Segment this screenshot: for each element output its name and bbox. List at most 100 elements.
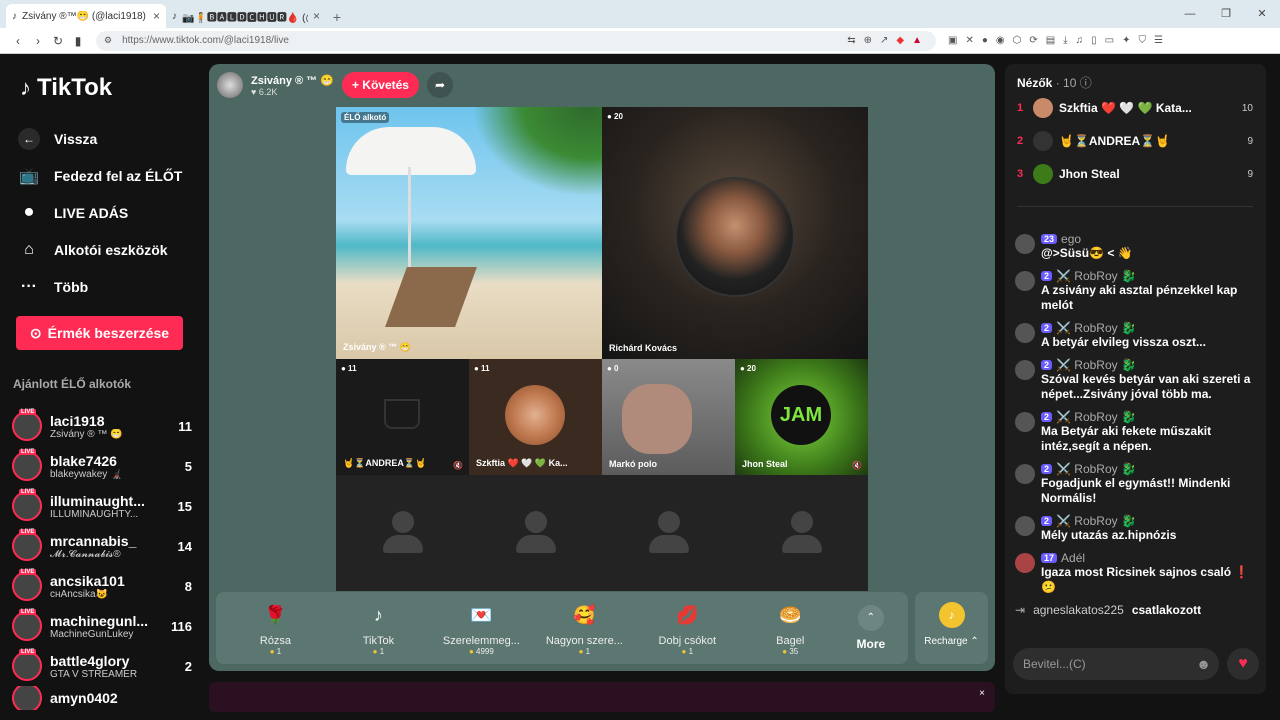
creator-item[interactable]: LIVE ancsika101 снAncsika😺 8 bbox=[12, 566, 192, 606]
download-icon[interactable]: ⤓ bbox=[1063, 35, 1067, 46]
tiktok-logo[interactable]: ♪ TikTok bbox=[20, 74, 112, 102]
restore-icon[interactable]: ❐ bbox=[1208, 0, 1244, 28]
chat-username[interactable]: ⚔️ RobRoy 🐉 bbox=[1056, 321, 1136, 335]
translate-icon[interactable]: ⇆ bbox=[847, 35, 855, 46]
creator-item[interactable]: LIVE machinegunl... MachineGunLukey 116 bbox=[12, 606, 192, 646]
bookmark-icon[interactable]: ▮ bbox=[68, 34, 88, 48]
avatar[interactable] bbox=[1015, 323, 1035, 343]
creator-item[interactable]: LIVE battle4glory GTA V STREAMER 2 bbox=[12, 646, 192, 686]
menu-icon[interactable]: ☰ bbox=[1154, 35, 1163, 46]
chat-message: 2 ⚔️ RobRoy 🐉 Szóval kevés betyár van aki … bbox=[1015, 358, 1257, 402]
top-viewer-row[interactable]: 1 Szkftia ❤️ 🤍 💚 Kata... 10 bbox=[1017, 97, 1253, 119]
tab-close-icon[interactable]: × bbox=[313, 9, 320, 23]
extension-icon[interactable]: ✕ bbox=[965, 35, 973, 46]
avatar[interactable] bbox=[1015, 412, 1035, 432]
minimize-icon[interactable]: — bbox=[1172, 0, 1208, 28]
guest-cell[interactable]: ● 11 Szkftia ❤️ 🤍 💚 Ka... bbox=[469, 359, 602, 475]
reload-icon[interactable]: ↻ bbox=[48, 34, 68, 48]
coin-icon: ● bbox=[782, 646, 788, 656]
ai-icon[interactable]: ✦ bbox=[1122, 35, 1130, 46]
browser-tab[interactable]: ♪ 📷🧍🅱🅰🅻🅳🅲🅷🆄🆁🩸 (@gabor × bbox=[166, 4, 326, 28]
chat-username[interactable]: Adél bbox=[1061, 551, 1085, 565]
gift-item[interactable]: 🥰 Nagyon szere... ● 1 bbox=[533, 601, 636, 656]
close-banner-icon[interactable]: × bbox=[979, 688, 985, 699]
url-field[interactable]: ⚙ https://www.tiktok.com/@laci1918/live … bbox=[96, 30, 936, 51]
gift-item[interactable]: 💌 Szerelemmeg... ● 4999 bbox=[430, 601, 533, 656]
empty-guest-slot[interactable] bbox=[336, 475, 469, 591]
shield-icon[interactable]: ◆ bbox=[896, 35, 904, 46]
avatar[interactable] bbox=[1015, 271, 1035, 291]
chat-username[interactable]: ⚔️ RobRoy 🐉 bbox=[1056, 410, 1136, 424]
sidebar-item-creator-tools[interactable]: ⌂ Alkotói eszközök bbox=[18, 231, 198, 268]
new-tab-button[interactable]: + bbox=[326, 6, 348, 28]
site-settings-icon[interactable]: ⚙ bbox=[104, 35, 112, 46]
sidebar-item-back[interactable]: ← Vissza bbox=[18, 120, 198, 157]
chat-input[interactable]: Bevitel...(C) ☻ bbox=[1013, 648, 1219, 680]
emoji-icon[interactable]: ☻ bbox=[1196, 656, 1211, 672]
avatar[interactable] bbox=[1015, 553, 1035, 573]
extension-icon[interactable]: ⬡ bbox=[1013, 35, 1022, 46]
tab-close-icon[interactable]: × bbox=[153, 9, 160, 23]
guest-cell-host[interactable]: ÉLŐ alkotó Zsivány ® ™ 😁 bbox=[336, 107, 602, 359]
vpn-icon[interactable]: ⛉ bbox=[1138, 35, 1146, 46]
extension-icon[interactable]: ● bbox=[982, 35, 988, 46]
extension-icon[interactable]: ◉ bbox=[996, 35, 1005, 46]
creator-item[interactable]: LIVE illuminaught... ILLUMINAUGHTY... 15 bbox=[12, 486, 192, 526]
sidebar-item-explore-live[interactable]: 📺 Fedezd fel az ÉLŐT bbox=[18, 157, 198, 194]
like-heart-button[interactable]: ♥ bbox=[1227, 648, 1259, 680]
empty-guest-slot[interactable] bbox=[602, 475, 735, 591]
zoom-icon[interactable]: ⊕ bbox=[864, 35, 872, 46]
chat-username[interactable]: ⚔️ RobRoy 🐉 bbox=[1056, 462, 1136, 476]
sidebar-item-more[interactable]: ··· Több bbox=[18, 268, 198, 305]
creator-item[interactable]: LIVE laci1918 Zsivány ® ™ 😁 11 bbox=[12, 406, 192, 446]
chat-username[interactable]: ego bbox=[1061, 232, 1081, 246]
chat-username[interactable]: ⚔️ RobRoy 🐉 bbox=[1056, 514, 1136, 528]
avatar[interactable] bbox=[1015, 234, 1035, 254]
guest-cell[interactable]: JAM ● 20 Jhon Steal 🔇 bbox=[735, 359, 868, 475]
recharge-coin-icon: ♪ bbox=[938, 602, 965, 628]
warning-icon[interactable]: ▲ bbox=[912, 35, 922, 46]
top-viewer-row[interactable]: 2 🤘⏳ANDREA⏳🤘 9 bbox=[1017, 130, 1253, 152]
follow-button[interactable]: + Követés bbox=[341, 72, 419, 98]
extension-icon[interactable]: ⟳ bbox=[1029, 35, 1037, 46]
guest-cell[interactable]: ● 11 🤘⏳ANDREA⏳🤘 🔇 bbox=[336, 359, 469, 475]
avatar[interactable] bbox=[1015, 360, 1035, 380]
gift-item[interactable]: 🥯 Bagel ● 35 bbox=[739, 601, 842, 656]
sidebar-toggle-icon[interactable]: ▯ bbox=[1091, 35, 1097, 46]
top-viewer-row[interactable]: 3 Jhon Steal 9 bbox=[1017, 163, 1253, 185]
more-gifts-button[interactable]: ⌃ More bbox=[842, 605, 900, 651]
extension-icon[interactable]: ▤ bbox=[1046, 35, 1055, 46]
back-icon[interactable]: ‹ bbox=[8, 34, 28, 48]
media-icon[interactable]: ♫ bbox=[1076, 35, 1084, 46]
recharge-button[interactable]: ♪ Recharge ⌃ bbox=[915, 592, 988, 664]
join-username[interactable]: agneslakatos225 bbox=[1033, 603, 1124, 617]
host-avatar[interactable] bbox=[217, 72, 243, 98]
empty-guest-slot[interactable] bbox=[735, 475, 868, 591]
viewers-header[interactable]: Nézők · 10 ⓘ bbox=[1017, 74, 1092, 91]
creator-item[interactable]: LIVE blake7426 blakeywakey 🦼 5 bbox=[12, 446, 192, 486]
close-window-icon[interactable]: ✕ bbox=[1244, 0, 1280, 28]
avatar[interactable] bbox=[1015, 464, 1035, 484]
creator-item[interactable]: amyn0402 bbox=[12, 686, 192, 710]
empty-guest-slot[interactable] bbox=[469, 475, 602, 591]
chat-username[interactable]: ⚔️ RobRoy 🐉 bbox=[1056, 269, 1136, 283]
browser-tab-active[interactable]: ♪ Zsivány ®™😁 (@laci1918) Él... × bbox=[6, 4, 166, 28]
share-page-icon[interactable]: ↗ bbox=[880, 35, 888, 46]
chat-text: A zsivány aki asztal pénzekkel kap melót bbox=[1041, 283, 1238, 312]
extension-icon[interactable]: ▣ bbox=[948, 35, 957, 46]
creator-item[interactable]: LIVE mrcannabis_ 𝓜𝓻.𝓒𝓪𝓷𝓷𝓪𝓫𝓲𝓼® 14 bbox=[12, 526, 192, 566]
chat-username[interactable]: ⚔️ RobRoy 🐉 bbox=[1056, 358, 1136, 372]
guest-cell[interactable]: ● 20 Richárd Kovács bbox=[602, 107, 868, 359]
gift-item[interactable]: 🌹 Rózsa ● 1 bbox=[224, 601, 327, 656]
gift-item[interactable]: ♪ TikTok ● 1 bbox=[327, 601, 430, 656]
wallet-icon[interactable]: ▭ bbox=[1105, 35, 1114, 46]
guest-cell[interactable]: ● 0 Markó polo bbox=[602, 359, 735, 475]
buy-coins-button[interactable]: ⊙ Érmék beszerzése bbox=[16, 316, 183, 350]
avatar[interactable] bbox=[1015, 516, 1035, 536]
sidebar-item-live-broadcast[interactable]: ⏺ LIVE ADÁS bbox=[18, 194, 198, 231]
forward-icon[interactable]: › bbox=[28, 34, 48, 48]
host-name[interactable]: Zsivány ® ™ 😁 bbox=[251, 74, 334, 87]
creator-name: illuminaught... bbox=[50, 492, 145, 509]
share-icon[interactable]: ➦ bbox=[426, 72, 453, 98]
gift-item[interactable]: 💋 Dobj csókot ● 1 bbox=[636, 601, 739, 656]
